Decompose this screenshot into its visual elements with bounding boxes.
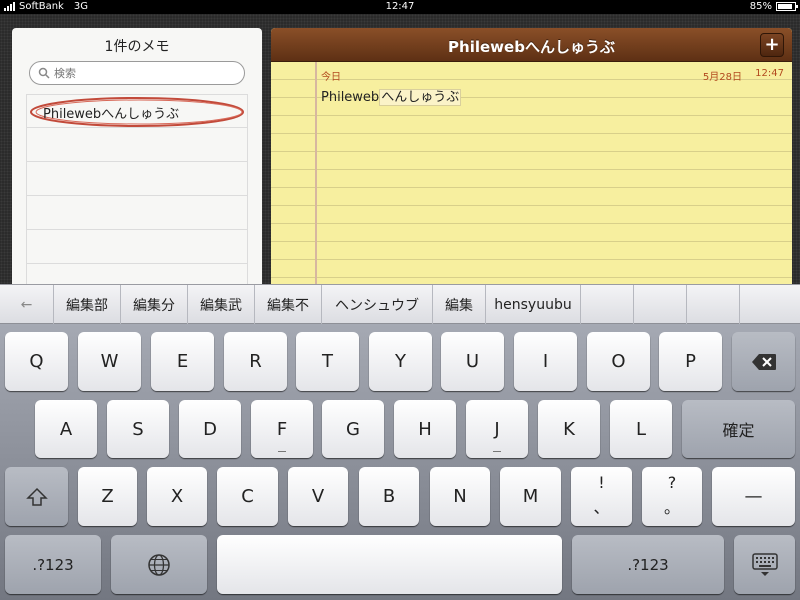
- key-f-label: F: [276, 418, 288, 440]
- search-input[interactable]: [54, 65, 234, 81]
- key-c[interactable]: C: [217, 467, 278, 526]
- key-v[interactable]: V: [288, 467, 348, 526]
- candidate-item[interactable]: 編集不: [255, 285, 322, 324]
- candidate-item[interactable]: ヘンシュウブ: [322, 285, 433, 324]
- globe-icon: [148, 553, 170, 576]
- key-i[interactable]: I: [514, 332, 577, 391]
- candidate-item[interactable]: 編集部: [54, 285, 121, 324]
- key-t[interactable]: T: [296, 332, 359, 391]
- candidate-empty: [634, 285, 687, 324]
- list-item-empty: [26, 128, 248, 162]
- key-exclamation-top: !: [598, 473, 605, 492]
- confirm-button[interactable]: 確定: [682, 400, 795, 458]
- list-item-empty: [26, 162, 248, 196]
- key-x[interactable]: X: [147, 467, 207, 526]
- key-g[interactable]: G: [322, 400, 384, 458]
- key-n[interactable]: N: [430, 467, 490, 526]
- key-exclamation[interactable]: ! 、: [571, 467, 632, 526]
- key-long-dash[interactable]: —: [712, 467, 795, 526]
- search-field[interactable]: [29, 61, 245, 85]
- notes-list: Philewebへんしゅうぶ: [26, 94, 248, 298]
- globe-key[interactable]: [111, 535, 207, 594]
- shift-arrow-icon: [25, 487, 48, 506]
- key-q[interactable]: Q: [5, 332, 68, 391]
- key-o[interactable]: O: [587, 332, 650, 391]
- backspace-key[interactable]: [732, 332, 795, 391]
- keyboard: Q W E R T Y U I O P A S D F G H J K L 確定…: [0, 324, 800, 600]
- note-day-label: 今日: [321, 72, 341, 83]
- key-r[interactable]: R: [224, 332, 287, 391]
- note-body-marked-text: へんしゅうぶ: [379, 89, 462, 106]
- key-d[interactable]: D: [179, 400, 241, 458]
- numbers-key-right[interactable]: .?123: [572, 535, 724, 594]
- list-item-empty: [26, 230, 248, 264]
- key-k[interactable]: K: [538, 400, 600, 458]
- space-key[interactable]: [217, 535, 562, 594]
- note-list-label: Philewebへんしゅうぶ: [43, 107, 180, 122]
- key-homing-mark: [278, 451, 286, 452]
- hide-keyboard-key[interactable]: [734, 535, 795, 594]
- candidate-empty: [687, 285, 740, 324]
- note-title: Philewebへんしゅうぶ: [448, 38, 615, 56]
- key-m[interactable]: M: [500, 467, 561, 526]
- key-question[interactable]: ? 。: [642, 467, 702, 526]
- numbers-key-left[interactable]: .?123: [5, 535, 101, 594]
- note-pane: Philewebへんしゅうぶ + 今日 5月28日 12:47 Phileweb…: [271, 28, 792, 286]
- key-w[interactable]: W: [78, 332, 141, 391]
- key-y[interactable]: Y: [369, 332, 432, 391]
- key-u[interactable]: U: [441, 332, 504, 391]
- note-date: 5月28日: [702, 72, 742, 83]
- key-p[interactable]: P: [659, 332, 722, 391]
- note-body[interactable]: Phileweb へんしゅうぶ: [321, 86, 462, 106]
- key-a[interactable]: A: [35, 400, 97, 458]
- battery-icon: [776, 2, 798, 11]
- list-item-note[interactable]: Philewebへんしゅうぶ: [26, 94, 248, 128]
- backspace-icon: [751, 353, 776, 370]
- notes-count-title: 1件のメモ: [104, 39, 170, 55]
- key-b[interactable]: B: [359, 467, 419, 526]
- candidate-item[interactable]: hensyuubu: [486, 285, 581, 324]
- key-h[interactable]: H: [394, 400, 456, 458]
- key-j-label: J: [494, 418, 500, 440]
- key-f[interactable]: F: [251, 400, 313, 458]
- status-bar: SoftBank 3G 12:47 85%: [0, 0, 800, 14]
- add-note-button[interactable]: +: [760, 33, 784, 57]
- candidate-empty: [740, 285, 800, 324]
- candidate-item[interactable]: 編集武: [188, 285, 255, 324]
- hide-keyboard-icon: [751, 552, 778, 576]
- status-time: 12:47: [385, 1, 415, 12]
- list-item-empty: [26, 196, 248, 230]
- note-header: Philewebへんしゅうぶ +: [271, 28, 792, 62]
- key-exclamation-bottom: 、: [593, 498, 610, 517]
- key-l[interactable]: L: [610, 400, 672, 458]
- key-s[interactable]: S: [107, 400, 169, 458]
- search-icon: [38, 67, 50, 79]
- candidate-item[interactable]: 編集: [433, 285, 486, 324]
- note-time: 12:47: [755, 68, 784, 79]
- key-question-top: ?: [667, 473, 677, 492]
- candidate-back-button[interactable]: ←: [0, 285, 54, 324]
- note-body-text: Phileweb: [321, 90, 380, 105]
- key-question-bottom: 。: [663, 498, 680, 517]
- notes-list-pane: 1件のメモ Philewebへんしゅうぶ: [12, 28, 262, 298]
- key-z[interactable]: Z: [78, 467, 137, 526]
- key-j[interactable]: J: [466, 400, 528, 458]
- candidate-bar: ← 編集部 編集分 編集武 編集不 ヘンシュウブ 編集 hensyuubu: [0, 284, 800, 324]
- key-homing-mark: [493, 451, 501, 452]
- key-e[interactable]: E: [151, 332, 214, 391]
- shift-key[interactable]: [5, 467, 68, 526]
- candidate-empty: [581, 285, 634, 324]
- paper-margin-line: [315, 62, 317, 286]
- candidate-item[interactable]: 編集分: [121, 285, 188, 324]
- battery-percent: 85%: [749, 1, 772, 12]
